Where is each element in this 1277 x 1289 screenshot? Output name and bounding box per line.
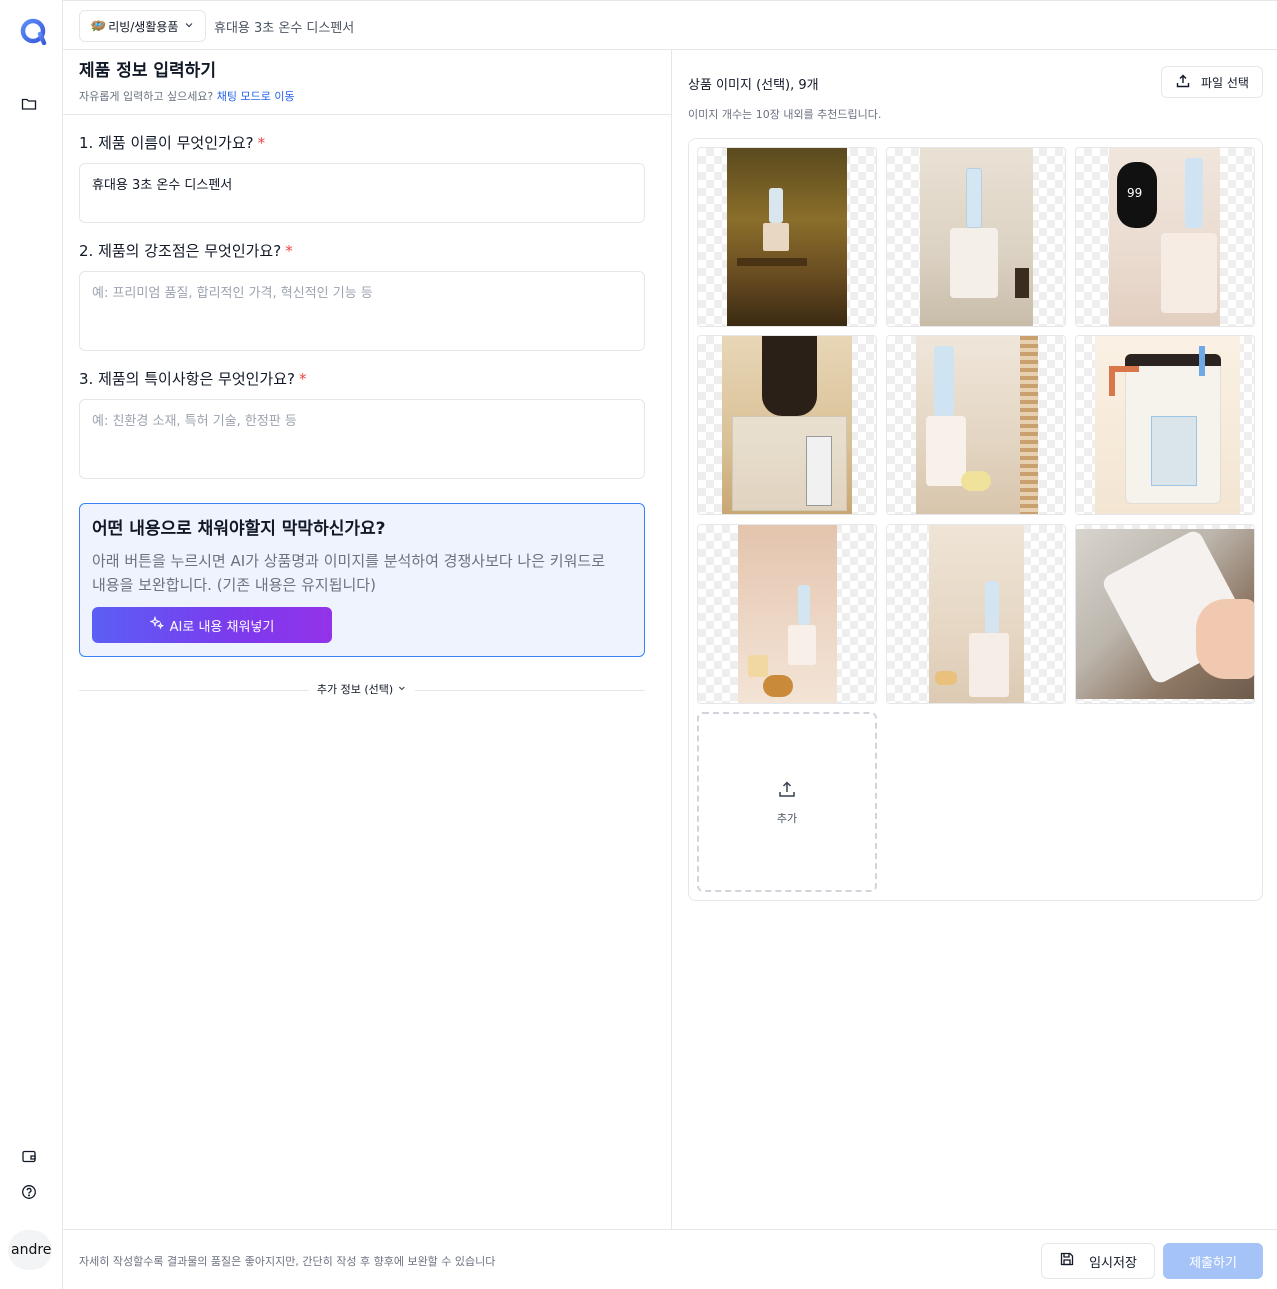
ai-box-description: 아래 버튼을 누르시면 AI가 상품명과 이미지를 분석하여 경쟁사보다 나은 … bbox=[92, 552, 606, 594]
image-grid: 99 추가 bbox=[688, 138, 1263, 901]
upload-icon bbox=[777, 779, 797, 802]
product-photo bbox=[727, 148, 847, 326]
question-label-specifics: 3. 제품의 특이사항은 무엇인가요? * bbox=[79, 370, 307, 388]
chat-mode-link[interactable]: 채팅 모드로 이동 bbox=[217, 90, 295, 103]
images-hint: 이미지 개수는 10장 내외를 추천드립니다. bbox=[688, 108, 882, 121]
add-image-label: 추가 bbox=[776, 811, 798, 825]
product-image-3[interactable]: 99 bbox=[1075, 147, 1255, 327]
form-header: 제품 정보 입력하기 자유롭게 입력하고 싶으세요? 채팅 모드로 이동 bbox=[63, 50, 671, 115]
product-name-input[interactable]: 휴대용 3초 온수 디스펜서 bbox=[79, 163, 645, 223]
question-list: 1. 제품 이름이 무엇인가요? * 휴대용 3초 온수 디스펜서 2. 제품의 … bbox=[63, 133, 671, 697]
add-image-button[interactable]: 추가 bbox=[697, 712, 877, 892]
upload-icon bbox=[1175, 73, 1191, 92]
category-select[interactable]: 🪺 리빙/생활용품 bbox=[79, 10, 206, 42]
product-image-2[interactable] bbox=[886, 147, 1066, 327]
product-photo bbox=[738, 525, 837, 703]
extra-info-toggle[interactable]: 추가 정보 (선택) bbox=[308, 681, 416, 697]
product-images-panel: 상품 이미지 (선택), 9개 파일 선택 이미지 개수는 10장 내외를 추천… bbox=[672, 50, 1277, 1229]
product-image-4[interactable] bbox=[697, 335, 877, 515]
app-logo-icon[interactable] bbox=[19, 17, 47, 46]
category-emoji: 🪺 bbox=[90, 18, 107, 34]
product-photo bbox=[1095, 336, 1240, 514]
product-image-7[interactable] bbox=[697, 524, 877, 704]
chevron-down-icon bbox=[183, 19, 195, 34]
sidebar-rail: andrew bbox=[0, 0, 63, 1289]
product-photo: 99 bbox=[1109, 148, 1220, 326]
product-photo bbox=[929, 525, 1024, 703]
ai-box-title: 어떤 내용으로 채워야할지 막막하신가요? bbox=[92, 519, 386, 539]
product-photo bbox=[722, 336, 852, 514]
chevron-down-icon bbox=[397, 683, 407, 696]
submit-button[interactable]: 제출하기 bbox=[1163, 1243, 1263, 1279]
help-circle-icon[interactable] bbox=[19, 1182, 39, 1202]
question-label-name: 1. 제품 이름이 무엇인가요? * bbox=[79, 134, 266, 152]
form-subtitle: 자유롭게 입력하고 싶으세요? 채팅 모드로 이동 bbox=[79, 88, 655, 104]
product-image-1[interactable] bbox=[697, 147, 877, 327]
wallet-icon[interactable] bbox=[19, 1146, 39, 1166]
ai-fill-box: 어떤 내용으로 채워야할지 막막하신가요? 아래 버튼을 누르시면 AI가 상품… bbox=[79, 503, 645, 657]
category-label: 리빙/생활용품 bbox=[108, 19, 179, 34]
product-image-6[interactable] bbox=[1075, 335, 1255, 515]
top-bar: 🪺 리빙/생활용품 휴대용 3초 온수 디스펜서 bbox=[63, 0, 1277, 50]
ai-fill-button[interactable]: AI로 내용 채워넣기 bbox=[92, 607, 332, 643]
product-strengths-input[interactable] bbox=[79, 271, 645, 351]
extra-info-divider: 추가 정보 (선택) bbox=[79, 681, 645, 697]
product-image-9[interactable] bbox=[1075, 524, 1255, 704]
ai-fill-button-label: AI로 내용 채워넣기 bbox=[169, 619, 275, 635]
file-select-button[interactable]: 파일 선택 bbox=[1161, 66, 1263, 98]
user-avatar[interactable]: andrew bbox=[8, 1230, 52, 1270]
save-draft-button[interactable]: 임시저장 bbox=[1041, 1243, 1155, 1279]
folder-icon[interactable] bbox=[19, 94, 39, 114]
breadcrumb-product: 휴대용 3초 온수 디스펜서 bbox=[214, 21, 355, 36]
footer-bar: 자세히 작성할수록 결과물의 품질은 좋아지지만, 간단히 작성 후 향후에 보… bbox=[63, 1229, 1277, 1289]
product-photo bbox=[1076, 528, 1254, 699]
product-image-5[interactable] bbox=[886, 335, 1066, 515]
page-title: 제품 정보 입력하기 bbox=[79, 61, 216, 81]
user-name: andrew bbox=[11, 1242, 52, 1258]
question-label-strengths: 2. 제품의 강조점은 무엇인가요? * bbox=[79, 242, 293, 260]
product-specifics-input[interactable] bbox=[79, 399, 645, 479]
file-select-label: 파일 선택 bbox=[1201, 75, 1249, 90]
footer-tip: 자세히 작성할수록 결과물의 품질은 좋아지지만, 간단히 작성 후 향후에 보… bbox=[79, 1255, 496, 1268]
subtitle-text: 자유롭게 입력하고 싶으세요? bbox=[79, 90, 214, 103]
images-title: 상품 이미지 (선택), 9개 bbox=[688, 78, 819, 93]
sparkles-icon bbox=[148, 615, 164, 634]
save-icon bbox=[1059, 1251, 1075, 1271]
save-draft-label: 임시저장 bbox=[1089, 1255, 1137, 1271]
product-image-8[interactable] bbox=[886, 524, 1066, 704]
product-photo bbox=[916, 336, 1038, 514]
product-form-panel: 제품 정보 입력하기 자유롭게 입력하고 싶으세요? 채팅 모드로 이동 1. … bbox=[63, 50, 672, 1229]
extra-info-label: 추가 정보 (선택) bbox=[316, 683, 394, 696]
product-photo bbox=[920, 148, 1033, 326]
